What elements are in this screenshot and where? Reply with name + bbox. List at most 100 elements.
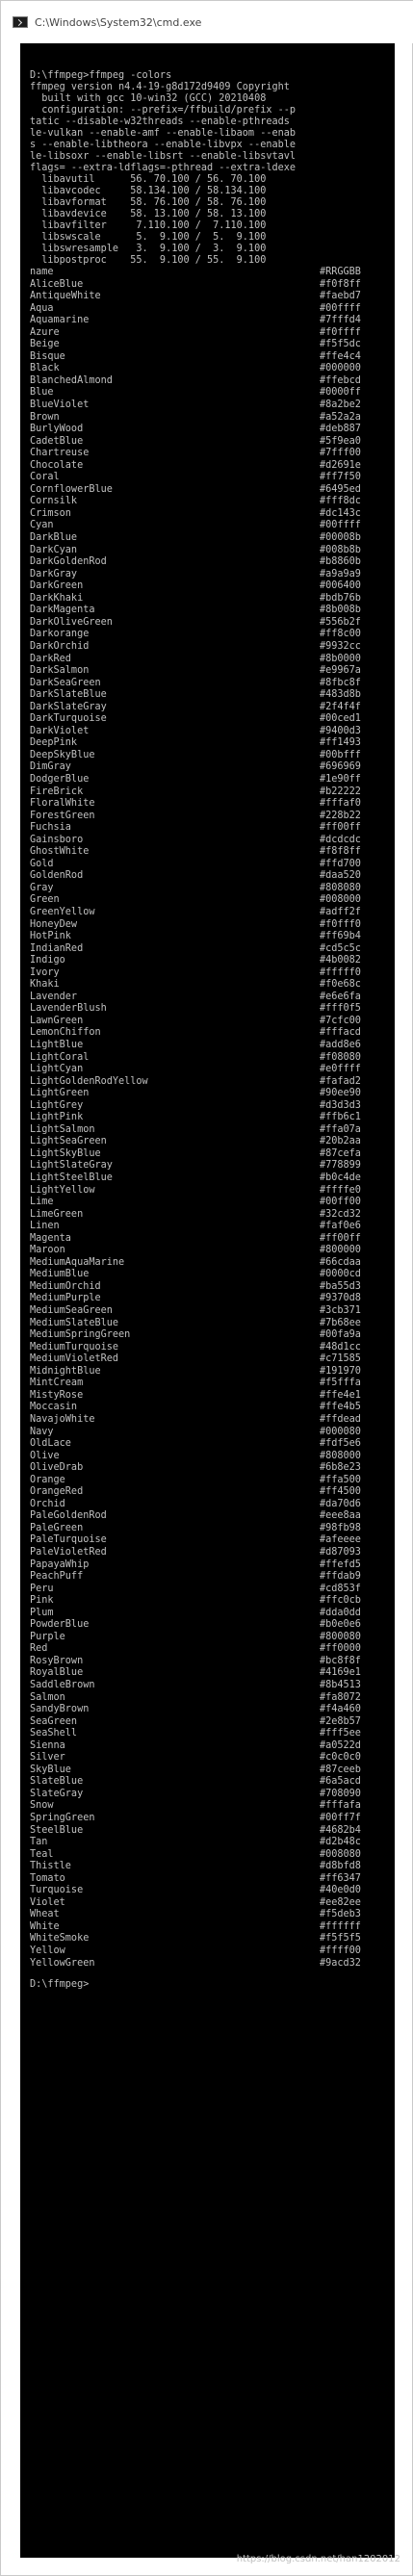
color-row: Cornsilk #fff8dc bbox=[30, 496, 395, 508]
color-name: SaddleBrown bbox=[30, 1679, 95, 1690]
color-row: SandyBrown #f4a460 bbox=[30, 1704, 395, 1716]
color-name: Coral bbox=[30, 472, 60, 483]
color-hex: #6a5acd bbox=[320, 1776, 361, 1788]
color-name: LightCyan bbox=[30, 1064, 84, 1075]
color-name: SteelBlue bbox=[30, 1824, 84, 1836]
color-row: Silver #c0c0c0 bbox=[30, 1752, 395, 1765]
color-name: DarkOliveGreen bbox=[30, 616, 113, 628]
color-row: PaleGoldenRod #eee8aa bbox=[30, 1510, 395, 1523]
color-row: Azure #f0ffff bbox=[30, 327, 395, 340]
color-row: Navy #000080 bbox=[30, 1427, 395, 1439]
ffmpeg-version-info: D:\ffmpeg>ffmpeg -colors ffmpeg version n… bbox=[30, 70, 395, 267]
color-name: Blue bbox=[30, 387, 54, 399]
color-name: IndianRed bbox=[30, 942, 84, 954]
color-hex: #87cefa bbox=[320, 1147, 361, 1159]
color-row: DarkTurquoise #00ced1 bbox=[30, 713, 395, 726]
color-row: SlateBlue #6a5acd bbox=[30, 1776, 395, 1789]
color-row: Pink #ffc0cb bbox=[30, 1595, 395, 1608]
color-name: MediumOrchid bbox=[30, 1280, 101, 1292]
colors-header-row: name #RRGGBB bbox=[30, 267, 395, 279]
color-row: OrangeRed #ff4500 bbox=[30, 1486, 395, 1499]
color-row: AntiqueWhite #faebd7 bbox=[30, 291, 395, 303]
color-row: DarkBlue #00008b bbox=[30, 532, 395, 545]
color-row: Lavender #e6e6fa bbox=[30, 992, 395, 1004]
color-name: LightGoldenRodYellow bbox=[30, 1075, 148, 1087]
color-hex: #8b008b bbox=[320, 605, 361, 616]
color-hex: #b8860b bbox=[320, 556, 361, 568]
color-hex: #f5f5dc bbox=[320, 339, 361, 350]
color-row: CornflowerBlue #6495ed bbox=[30, 484, 395, 497]
command-prompt[interactable]: D:\ffmpeg> bbox=[30, 1979, 395, 1991]
color-hex: #ff00ff bbox=[320, 1232, 361, 1244]
color-row: MediumSeaGreen #3cb371 bbox=[30, 1305, 395, 1318]
color-name: PaleTurquoise bbox=[30, 1534, 107, 1546]
color-row: RoyalBlue #4169e1 bbox=[30, 1667, 395, 1680]
cmd-app-icon bbox=[13, 16, 28, 28]
color-hex: #7cfc00 bbox=[320, 1015, 361, 1026]
color-name: LightSeaGreen bbox=[30, 1136, 107, 1147]
color-row: Ivory #fffff0 bbox=[30, 967, 395, 980]
color-hex: #f0fff0 bbox=[320, 918, 361, 930]
color-row: LightGrey #d3d3d3 bbox=[30, 1100, 395, 1113]
console-output[interactable]: D:\ffmpeg>ffmpeg -colors ffmpeg version n… bbox=[20, 43, 395, 2558]
color-hex: #ffdab9 bbox=[320, 1571, 361, 1583]
color-hex: #faf0e6 bbox=[320, 1221, 361, 1232]
color-row: BurlyWood #deb887 bbox=[30, 424, 395, 436]
color-row: Brown #a52a2a bbox=[30, 412, 395, 425]
color-name: AliceBlue bbox=[30, 278, 84, 290]
color-row: HoneyDew #f0fff0 bbox=[30, 919, 395, 932]
color-row: OldLace #fdf5e6 bbox=[30, 1438, 395, 1451]
color-hex: #000000 bbox=[320, 363, 361, 374]
color-hex: #0000ff bbox=[320, 387, 361, 399]
color-hex: #1e90ff bbox=[320, 773, 361, 785]
color-name: GhostWhite bbox=[30, 846, 90, 858]
color-hex: #bc8f8f bbox=[320, 1655, 361, 1666]
color-hex: #bdb76b bbox=[320, 592, 361, 604]
color-row: Wheat #f5deb3 bbox=[30, 1909, 395, 1921]
color-name: NavajoWhite bbox=[30, 1413, 95, 1425]
color-row: FloralWhite #fffaf0 bbox=[30, 798, 395, 811]
color-hex: #ee82ee bbox=[320, 1896, 361, 1908]
color-row: LightSlateGray #778899 bbox=[30, 1160, 395, 1172]
color-name: DimGray bbox=[30, 761, 71, 773]
color-row: DimGray #696969 bbox=[30, 761, 395, 774]
color-hex: #eee8aa bbox=[320, 1510, 361, 1522]
color-name: LightGrey bbox=[30, 1099, 84, 1111]
color-hex: #f5f5f5 bbox=[320, 1933, 361, 1945]
color-row: DodgerBlue #1e90ff bbox=[30, 774, 395, 786]
color-hex: #f08080 bbox=[320, 1051, 361, 1063]
console-line: ffmpeg version n4.4-19-g8d172d9409 Copyr… bbox=[30, 82, 290, 92]
color-hex: #9acd32 bbox=[320, 1957, 361, 1969]
color-row: Moccasin #ffe4b5 bbox=[30, 1402, 395, 1414]
color-row: DarkCyan #008b8b bbox=[30, 545, 395, 557]
color-name: PaleGreen bbox=[30, 1522, 84, 1533]
color-name: Chartreuse bbox=[30, 448, 90, 459]
console-line: libavdevice 58. 13.100 / 58. 13.100 bbox=[30, 209, 267, 219]
color-row: LightYellow #ffffe0 bbox=[30, 1185, 395, 1198]
color-hex: #6b8e23 bbox=[320, 1462, 361, 1474]
color-row: Indigo #4b0082 bbox=[30, 955, 395, 967]
color-hex: #b0c4de bbox=[320, 1172, 361, 1184]
color-hex: #fffafa bbox=[320, 1800, 361, 1812]
color-name: DarkSeaGreen bbox=[30, 677, 101, 688]
color-hex: #ffd700 bbox=[320, 858, 361, 869]
color-hex: #9932cc bbox=[320, 640, 361, 652]
color-hex: #d87093 bbox=[320, 1546, 361, 1558]
color-name: FloralWhite bbox=[30, 798, 95, 810]
color-name: DarkMagenta bbox=[30, 605, 95, 616]
color-name: DarkGoldenRod bbox=[30, 556, 107, 568]
color-row: LightBlue #add8e6 bbox=[30, 1040, 395, 1052]
title-bar[interactable]: C:\Windows\System32\cmd.exe bbox=[1, 1, 413, 43]
color-name: SlateGray bbox=[30, 1788, 84, 1799]
color-name: ForestGreen bbox=[30, 810, 95, 821]
color-row: MistyRose #ffe4e1 bbox=[30, 1390, 395, 1403]
color-hex: #8a2be2 bbox=[320, 399, 361, 411]
color-hex: #191970 bbox=[320, 1365, 361, 1377]
color-row: Yellow #ffff00 bbox=[30, 1945, 395, 1958]
color-name: LightSteelBlue bbox=[30, 1172, 113, 1184]
color-name: SeaShell bbox=[30, 1728, 78, 1739]
color-hex: #ff4500 bbox=[320, 1486, 361, 1498]
color-name: Gainsboro bbox=[30, 834, 84, 845]
color-row: DeepSkyBlue #00bfff bbox=[30, 750, 395, 762]
color-hex: #ffffe0 bbox=[320, 1184, 361, 1196]
